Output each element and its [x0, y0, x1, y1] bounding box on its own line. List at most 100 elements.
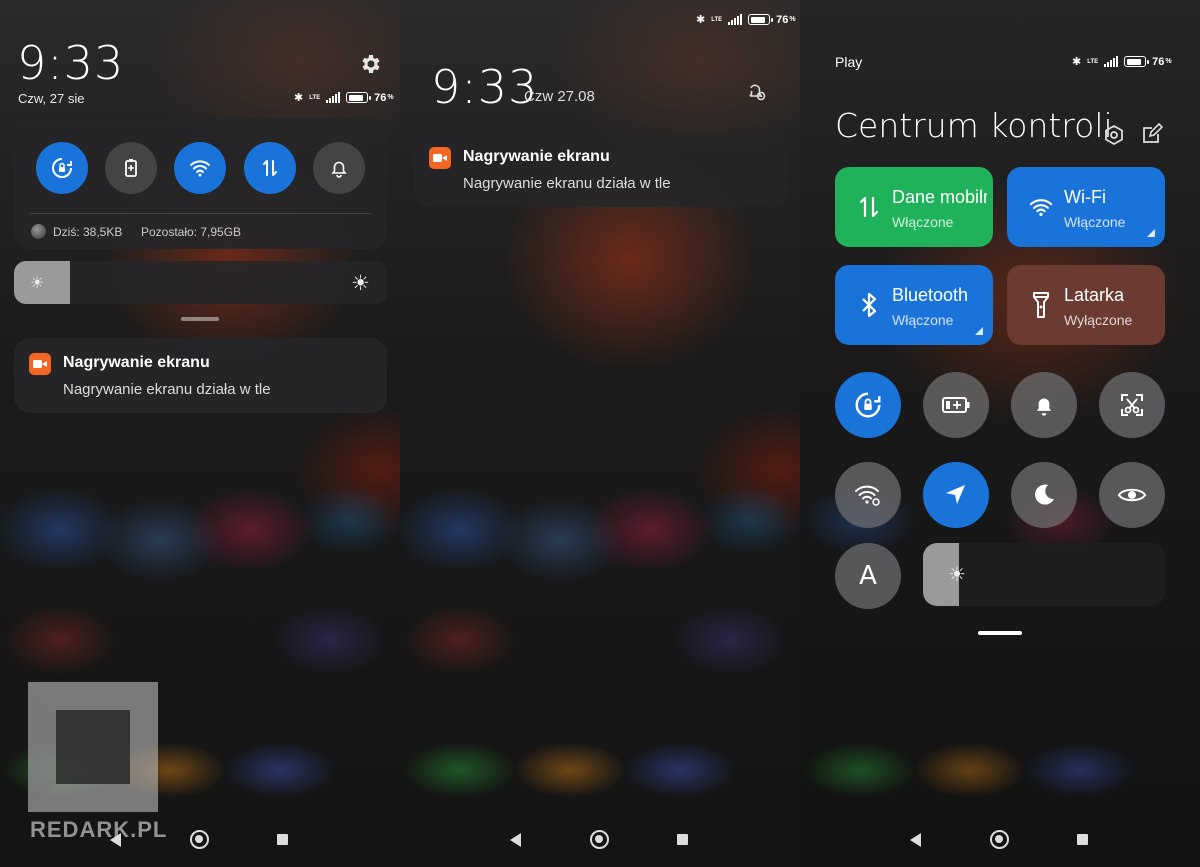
bell-toggle[interactable] [1011, 372, 1077, 438]
drag-handle[interactable] [978, 631, 1022, 635]
wifi-toggle[interactable] [174, 142, 226, 194]
reading-mode-toggle[interactable] [1099, 462, 1165, 528]
network-type: LTE [1087, 58, 1099, 65]
tile-state: Włączone [892, 214, 954, 230]
home-icon[interactable] [590, 830, 609, 849]
brightness-slider[interactable]: ☀ ☀ [14, 261, 387, 304]
signal-icon [326, 92, 341, 103]
tile-label: Latarka [1064, 285, 1125, 305]
mobile-data-icon [857, 191, 881, 223]
location-toggle[interactable] [923, 462, 989, 528]
screen-record-icon [429, 147, 451, 169]
mobile-data-toggle[interactable] [244, 142, 296, 194]
notification-shade-panel: 9:33 Czw, 27 sie ✱ LTE 76% Dziś: 38,5KB … [0, 0, 400, 867]
bluetooth-icon: ✱ [294, 92, 304, 104]
home-icon[interactable] [190, 830, 209, 849]
eye-icon [1117, 488, 1147, 502]
redark-logo [28, 682, 158, 812]
network-type: LTE [711, 16, 723, 23]
tile-label: Bluetooth [892, 285, 969, 305]
expand-corner-icon[interactable] [1147, 229, 1155, 237]
carrier-name: Play [835, 54, 863, 70]
navigation-bar [400, 829, 800, 853]
data-remaining[interactable]: Pozostało: 7,95GB [141, 225, 241, 239]
tile-label: Wi-Fi [1064, 187, 1106, 207]
tile-state: Wyłączone [1064, 312, 1133, 328]
page-title: Centrum kontroli [835, 106, 1113, 145]
settings-hex-icon[interactable] [1103, 124, 1125, 146]
scissors-screenshot-icon [1121, 394, 1143, 416]
notification-title: Nagrywanie ekranu [463, 148, 610, 165]
flashlight-icon [1029, 289, 1053, 321]
status-bar: ✱ LTE 76% [696, 13, 796, 27]
battery-level: 76 [776, 13, 789, 26]
tile-flashlight[interactable]: Latarka Wyłączone [1007, 265, 1165, 345]
notification-settings-icon[interactable] [745, 80, 769, 104]
date[interactable]: Czw, 27 sie [18, 91, 84, 106]
tile-wifi[interactable]: Wi-Fi Włączone [1007, 167, 1165, 247]
date[interactable]: Czw 27.08 [524, 88, 595, 105]
back-icon[interactable] [910, 833, 921, 847]
notification-body: Nagrywanie ekranu działa w tle [463, 175, 671, 192]
tile-label: Dane mobilne [892, 187, 987, 207]
location-arrow-icon [946, 485, 965, 504]
recents-icon[interactable] [1077, 834, 1088, 845]
notification-card[interactable]: Nagrywanie ekranu Nagrywanie ekranu dzia… [14, 338, 387, 413]
status-bar: ✱ LTE 76% [294, 91, 394, 105]
wifi-share-icon [855, 485, 880, 506]
back-icon[interactable] [510, 833, 521, 847]
brightness-low-icon: ☀ [30, 275, 45, 292]
notification-body: Nagrywanie ekranu działa w tle [63, 381, 271, 398]
brightness-slider[interactable]: ☀ [923, 543, 1165, 606]
battery-saver-toggle[interactable] [105, 142, 157, 194]
dark-mode-toggle[interactable] [1011, 462, 1077, 528]
network-type: LTE [309, 94, 321, 101]
navigation-bar [800, 829, 1200, 853]
notification-card[interactable]: Nagrywanie ekranu Nagrywanie ekranu dzia… [414, 131, 787, 207]
divider [30, 213, 371, 214]
expand-corner-icon[interactable] [975, 327, 983, 335]
data-usage-icon [31, 224, 46, 239]
battery-saver-toggle[interactable] [923, 372, 989, 438]
edit-icon[interactable] [1141, 122, 1164, 145]
recents-icon[interactable] [277, 834, 288, 845]
signal-icon [728, 14, 743, 25]
back-icon[interactable] [110, 833, 121, 847]
tile-bluetooth[interactable]: Bluetooth Włączone [835, 265, 993, 345]
brightness-high-icon: ☀ [351, 272, 370, 295]
quick-settings-card: Dziś: 38,5KB Pozostało: 7,95GB [14, 118, 387, 249]
rotation-lock-icon [855, 392, 881, 418]
bell-icon [1036, 398, 1052, 416]
home-icon[interactable] [990, 830, 1009, 849]
bell-icon [331, 161, 347, 178]
drag-handle[interactable] [181, 317, 219, 321]
bluetooth-icon [857, 289, 881, 321]
tile-state: Włączone [892, 312, 954, 328]
tile-mobile-data[interactable]: Dane mobilne Włączone [835, 167, 993, 247]
bluetooth-icon: ✱ [1072, 56, 1082, 68]
wifi-icon [190, 160, 210, 177]
signal-icon [1104, 56, 1119, 67]
battery-saver-icon [942, 397, 970, 413]
screenshot-toggle[interactable] [1099, 372, 1165, 438]
battery-icon [1124, 56, 1150, 67]
data-usage-today[interactable]: Dziś: 38,5KB [53, 225, 122, 239]
bell-toggle[interactable] [313, 142, 365, 194]
bluetooth-icon: ✱ [696, 14, 706, 26]
status-bar: ✱ LTE 76% [1072, 55, 1172, 69]
font-size-button[interactable]: A [835, 543, 901, 609]
notification-title: Nagrywanie ekranu [63, 354, 210, 371]
battery-icon [748, 14, 774, 25]
tile-state: Włączone [1064, 214, 1126, 230]
battery-icon [346, 92, 372, 103]
notification-panel: ✱ LTE 76% 9:33 Czw 27.08 Nagrywanie ekra… [400, 0, 800, 867]
rotation-lock-toggle[interactable] [36, 142, 88, 194]
wifi-hotspot-toggle[interactable] [835, 462, 901, 528]
settings-gear-icon[interactable] [359, 52, 383, 76]
screen-record-icon [29, 353, 51, 375]
navigation-bar [0, 829, 400, 853]
rotation-lock-toggle[interactable] [835, 372, 901, 438]
clock: 9:33 [17, 36, 125, 90]
recents-icon[interactable] [677, 834, 688, 845]
brightness-icon: ☀ [948, 564, 966, 586]
